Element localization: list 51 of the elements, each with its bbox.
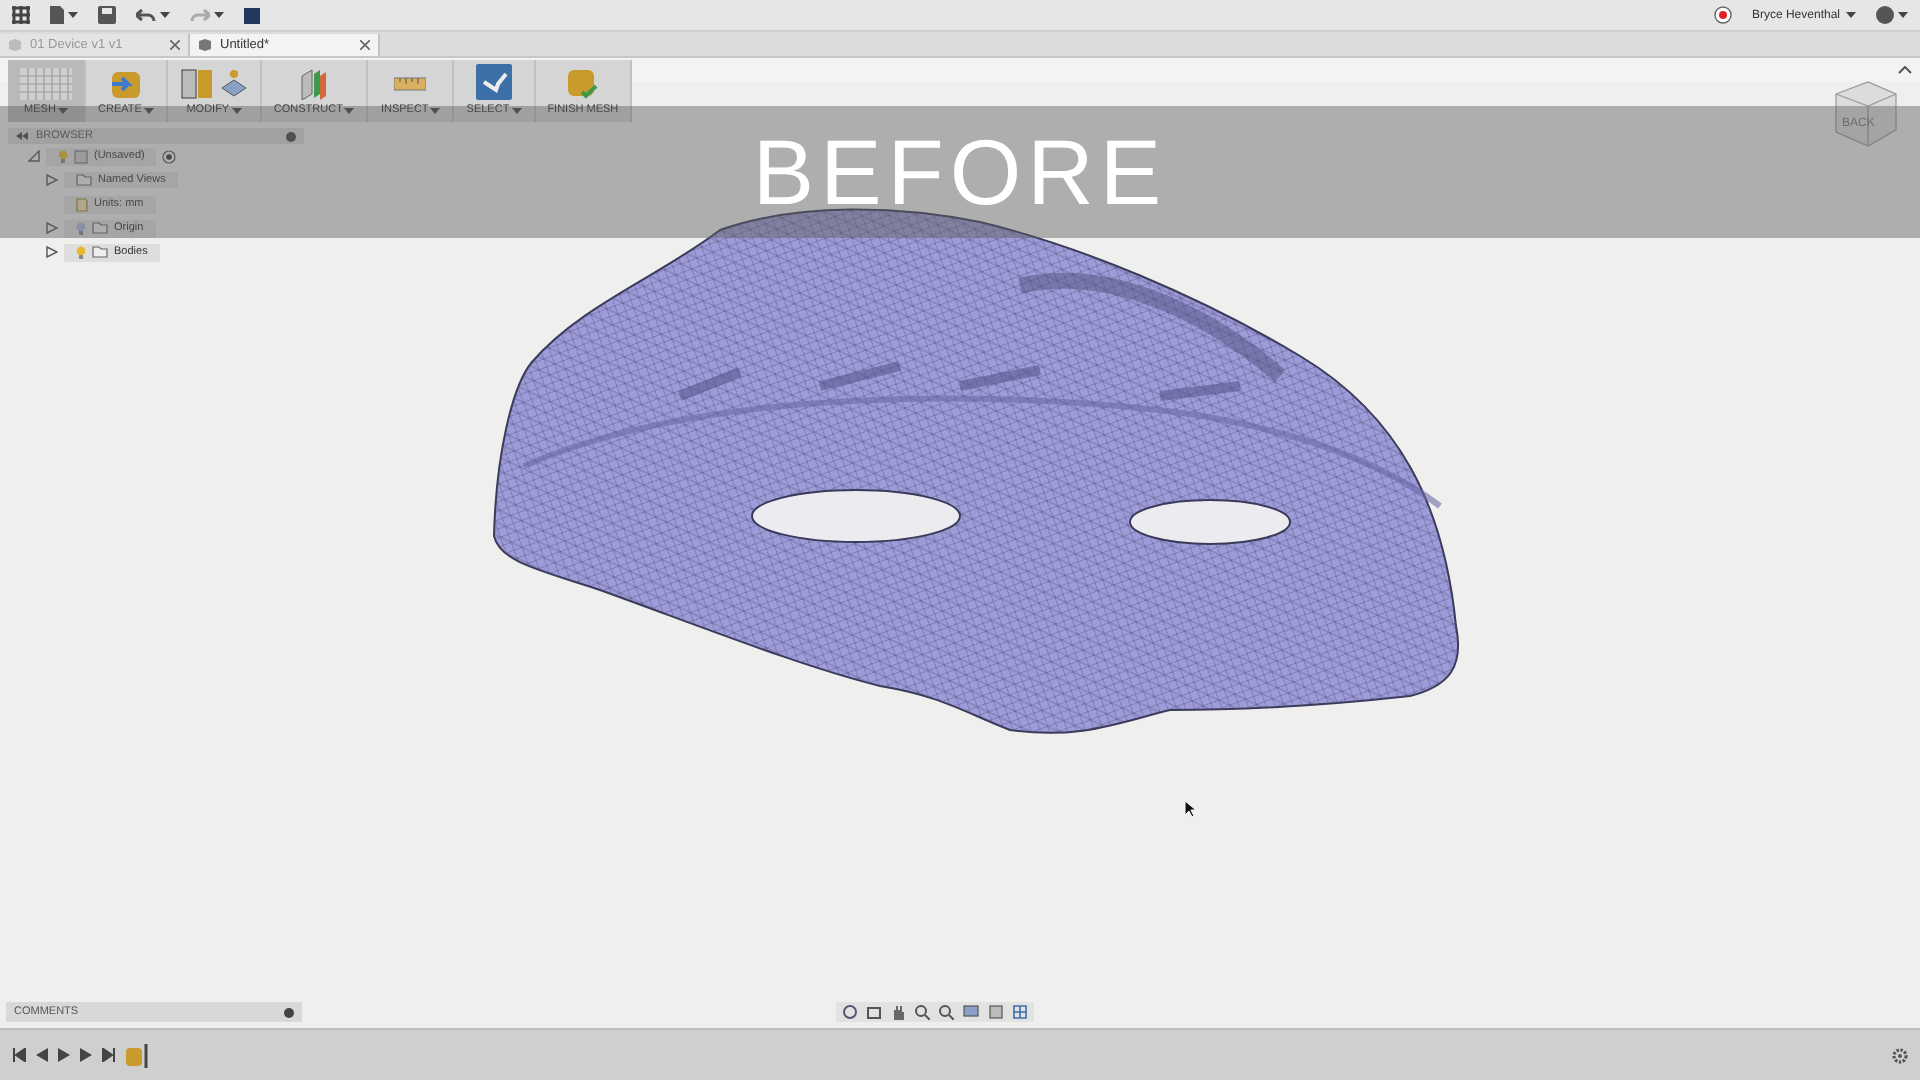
stop-icon[interactable] <box>244 7 260 23</box>
component-icon <box>74 149 88 163</box>
pin-icon[interactable] <box>284 1007 294 1017</box>
modify-icon <box>179 68 248 100</box>
expander-icon[interactable] <box>27 150 39 162</box>
panel-icon[interactable] <box>988 1004 1004 1020</box>
radio-icon[interactable] <box>162 149 177 163</box>
grid-icon[interactable] <box>1012 1004 1028 1020</box>
skip-end-icon[interactable] <box>102 1048 116 1062</box>
save-icon[interactable] <box>98 6 116 24</box>
caret-icon <box>1846 12 1856 18</box>
step-back-icon[interactable] <box>36 1048 48 1062</box>
collapse-icon[interactable] <box>1898 66 1912 74</box>
cursor-icon <box>1184 800 1196 818</box>
monitor-icon[interactable] <box>962 1004 980 1020</box>
hand-icon[interactable] <box>890 1004 906 1020</box>
close-icon[interactable] <box>170 40 180 50</box>
orbit-icon[interactable] <box>842 1004 858 1020</box>
finish-box-icon <box>566 68 599 100</box>
record-icon[interactable] <box>1713 6 1732 24</box>
caret-icon <box>1898 12 1908 18</box>
caret-icon <box>160 12 170 18</box>
apps-grid-icon[interactable] <box>12 6 30 24</box>
undo-icon[interactable] <box>136 8 156 22</box>
expander-icon[interactable] <box>45 246 57 258</box>
caret-icon <box>214 12 224 18</box>
document-icon <box>76 197 88 211</box>
play-icon[interactable] <box>58 1048 70 1062</box>
mesh-grid-icon <box>20 68 72 100</box>
step-forward-icon[interactable] <box>80 1048 92 1062</box>
planes-icon <box>298 68 331 100</box>
lightbulb-icon[interactable] <box>76 245 86 259</box>
settings-icon[interactable] <box>1892 1047 1908 1063</box>
box-icon <box>109 68 142 100</box>
look-at-icon[interactable] <box>866 1004 882 1020</box>
close-icon[interactable] <box>360 40 370 50</box>
folder-icon <box>76 174 92 186</box>
zoom-icon[interactable] <box>914 1004 930 1020</box>
pin-icon[interactable] <box>286 131 296 141</box>
expander-icon[interactable] <box>45 174 57 186</box>
cube-icon <box>8 38 22 52</box>
zoom-window-icon[interactable] <box>938 1004 954 1020</box>
timeline-feature-icon[interactable] <box>126 1043 150 1067</box>
skip-start-icon[interactable] <box>12 1048 26 1062</box>
expander-icon[interactable] <box>45 222 57 234</box>
caret-icon <box>68 12 78 18</box>
file-icon[interactable] <box>50 6 64 24</box>
caption-text: BEFORE <box>752 118 1168 226</box>
collapse-icon[interactable] <box>16 132 28 140</box>
cube-icon <box>198 38 212 52</box>
select-icon <box>475 64 512 100</box>
